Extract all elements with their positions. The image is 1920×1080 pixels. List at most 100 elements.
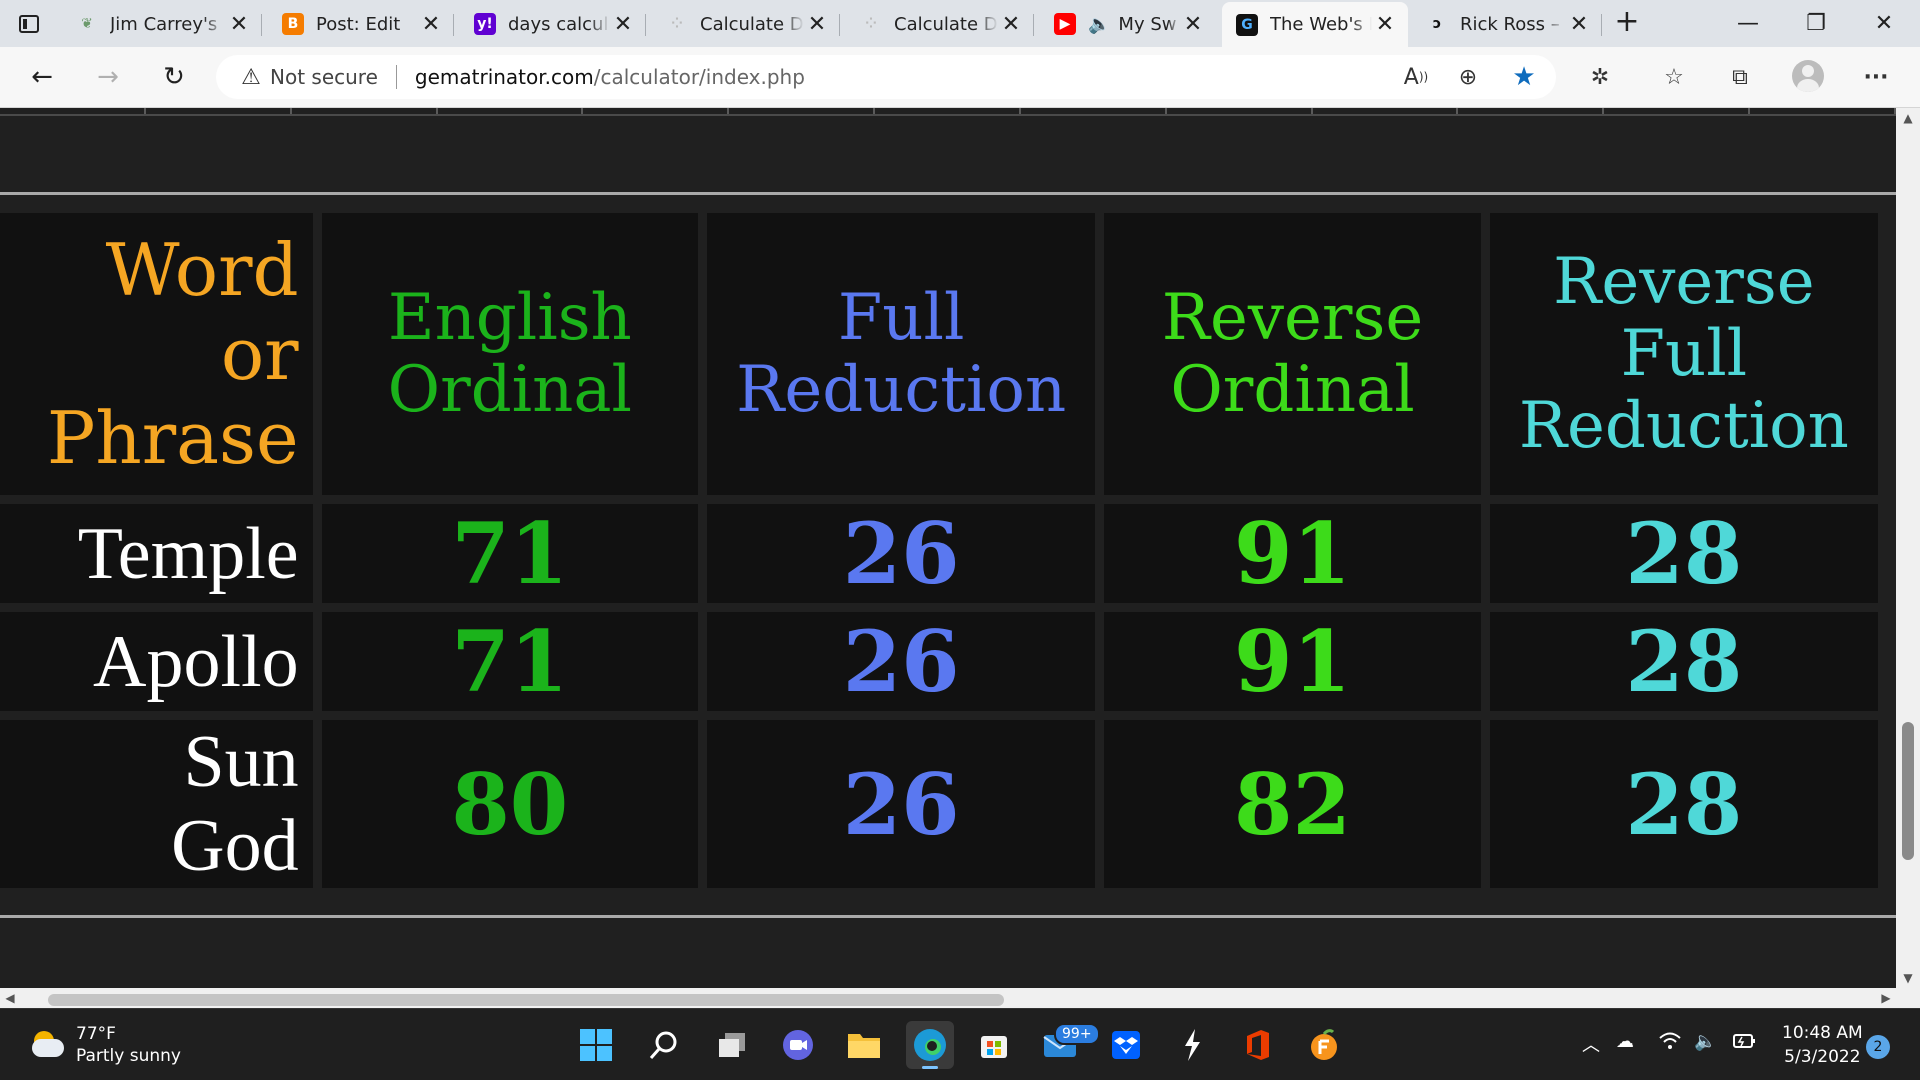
header-reverse-ordinal: Reverse Ordinal xyxy=(1104,213,1481,495)
calculator-icon: ⁘ xyxy=(671,16,683,32)
volume-icon[interactable]: 🔈 xyxy=(1694,1031,1716,1052)
full-reduction-value: 26 xyxy=(707,612,1096,711)
scroll-left-icon[interactable]: ◀ xyxy=(0,988,20,1008)
notification-badge[interactable]: 2 xyxy=(1866,1035,1890,1059)
vertical-scrollbar[interactable]: ▲ ▼ xyxy=(1896,108,1920,988)
lightning-app-icon[interactable] xyxy=(1168,1021,1216,1069)
onedrive-icon[interactable]: ☁ xyxy=(1616,1031,1634,1052)
security-label: Not secure xyxy=(270,65,378,89)
horizontal-scrollbar[interactable]: ◀ ▶ xyxy=(0,988,1896,1008)
browser-tab[interactable]: y! days calcula ✕ xyxy=(460,4,646,44)
gematrinator-icon: G xyxy=(1236,13,1258,36)
phrase-cell: Temple xyxy=(0,504,313,603)
refresh-icon[interactable]: ↻ xyxy=(154,57,194,97)
horizontal-scroll-thumb[interactable] xyxy=(48,994,1004,1006)
weather-widget[interactable]: 77°F Partly sunny xyxy=(76,1023,181,1067)
phrase-text: Apollo xyxy=(93,620,299,703)
url-path: /calculator/index.php xyxy=(593,65,805,89)
header-line: Word xyxy=(105,228,299,312)
header-full-reduction: Full Reduction xyxy=(707,213,1096,495)
search-icon[interactable] xyxy=(640,1021,688,1069)
teams-chat-icon[interactable] xyxy=(774,1021,822,1069)
taskbar: 77°F Partly sunny 99+ ︿ ☁ 🔈 10:48 AM 5/3… xyxy=(0,1008,1920,1080)
battery-icon[interactable] xyxy=(1730,1031,1758,1056)
clock-time: 10:48 AM xyxy=(1782,1023,1863,1043)
office-icon[interactable] xyxy=(1234,1021,1282,1069)
profile-avatar[interactable] xyxy=(1792,60,1824,92)
more-menu-icon[interactable]: ··· xyxy=(1856,55,1896,99)
tab-title: My Sw xyxy=(1118,13,1177,35)
full-reduction-value: 26 xyxy=(707,504,1096,603)
file-explorer-icon[interactable] xyxy=(840,1021,888,1069)
close-window-icon[interactable]: ✕ xyxy=(1854,6,1914,40)
tab-close-icon[interactable]: ✕ xyxy=(998,11,1024,37)
browser-tab[interactable]: B Post: Edit ✕ xyxy=(268,4,454,44)
edge-icon[interactable] xyxy=(906,1021,954,1069)
start-icon[interactable] xyxy=(572,1021,620,1069)
weather-temp: 77°F xyxy=(76,1024,116,1044)
tab-close-icon[interactable]: ✕ xyxy=(1566,11,1592,37)
tab-close-icon[interactable]: ✕ xyxy=(418,11,444,37)
table-row: Apollo 71 26 91 28 xyxy=(0,612,1878,711)
header-line: Phrase xyxy=(46,396,299,480)
tab-close-icon[interactable]: ✕ xyxy=(610,11,636,37)
header-line: Full xyxy=(837,281,965,355)
browser-tab[interactable]: ↄ Rick Ross – ✕ xyxy=(1412,4,1602,44)
tab-close-icon[interactable]: ✕ xyxy=(1180,11,1206,37)
task-view-icon[interactable] xyxy=(708,1021,756,1069)
tab-title: Rick Ross – xyxy=(1460,13,1560,35)
store-icon[interactable] xyxy=(970,1021,1018,1069)
header-line: Ordinal xyxy=(387,353,632,427)
vertical-scroll-thumb[interactable] xyxy=(1902,722,1914,860)
leaf-icon: ❦ xyxy=(81,16,93,32)
tab-close-icon[interactable]: ✕ xyxy=(804,11,830,37)
restore-icon[interactable]: ❐ xyxy=(1786,6,1846,40)
clock[interactable]: 10:48 AM 5/3/2022 xyxy=(1782,1021,1863,1069)
scroll-down-icon[interactable]: ▼ xyxy=(1896,968,1920,988)
wifi-icon[interactable] xyxy=(1658,1031,1682,1056)
weather-condition: Partly sunny xyxy=(76,1046,181,1066)
header-line: Full xyxy=(1620,317,1748,391)
tab-audio-icon[interactable]: 🔈 xyxy=(1088,14,1110,35)
dropbox-icon[interactable] xyxy=(1102,1021,1150,1069)
tab-close-icon[interactable]: ✕ xyxy=(1372,12,1398,38)
header-line: Ordinal xyxy=(1170,353,1415,427)
new-tab-button[interactable]: + xyxy=(1610,7,1644,40)
scroll-up-icon[interactable]: ▲ xyxy=(1896,108,1920,128)
browser-tab[interactable]: ⁘ Calculate D ✕ xyxy=(652,4,840,44)
blogger-icon: B xyxy=(282,13,304,35)
favorites-icon[interactable]: ☆ xyxy=(1654,55,1694,99)
header-line: or xyxy=(220,312,299,396)
page-content: Word or Phrase English Ordinal Full Reduction R… xyxy=(0,108,1896,988)
tab-title: Post: Edit xyxy=(316,13,401,35)
english-ordinal-value: 71 xyxy=(321,612,699,711)
phrase-text: Temple xyxy=(77,512,299,595)
favorite-star-icon[interactable]: ★ xyxy=(1504,55,1544,99)
forward-icon[interactable]: → xyxy=(88,57,128,97)
browser-tab[interactable]: ❦ Jim Carrey's ✕ xyxy=(62,4,262,44)
collections-icon[interactable]: ⧉ xyxy=(1720,55,1760,99)
address-bar[interactable]: ⚠ Not secure gematrinator.com/calculator… xyxy=(216,55,1556,99)
yahoo-icon: y! xyxy=(474,13,496,35)
extensions-icon[interactable]: ✲ xyxy=(1580,55,1620,99)
browser-tab[interactable]: ⁘ Calculate D ✕ xyxy=(846,4,1034,44)
browser-toolbar: ← → ↻ ⚠ Not secure gematrinator.com/calc… xyxy=(0,47,1920,108)
browser-tab[interactable]: G The Web's I ✕ xyxy=(1222,2,1408,47)
tab-actions-icon[interactable] xyxy=(14,10,44,38)
tab-close-icon[interactable]: ✕ xyxy=(226,11,252,37)
read-aloud-icon[interactable]: A)) xyxy=(1396,55,1436,99)
calculator-icon: ⁘ xyxy=(865,16,877,32)
partly-sunny-icon[interactable] xyxy=(30,1031,66,1059)
tray-overflow-icon[interactable]: ︿ xyxy=(1582,1031,1600,1057)
zoom-icon[interactable]: ⊕ xyxy=(1448,55,1488,99)
back-icon[interactable]: ← xyxy=(22,57,62,97)
browser-tab[interactable]: ▶ 🔈 My Sw ✕ xyxy=(1040,4,1216,44)
minimize-icon[interactable]: — xyxy=(1718,6,1778,40)
english-ordinal-value: 71 xyxy=(321,504,699,603)
url-host: gematrinator.com xyxy=(414,65,594,89)
table-row: Sun God 80 26 82 28 xyxy=(0,720,1878,888)
fl-studio-icon[interactable] xyxy=(1300,1021,1348,1069)
gematria-table: Word or Phrase English Ordinal Full Reduction R… xyxy=(0,204,1887,897)
header-line: Reverse xyxy=(1553,245,1815,319)
scroll-right-icon[interactable]: ▶ xyxy=(1876,988,1896,1008)
